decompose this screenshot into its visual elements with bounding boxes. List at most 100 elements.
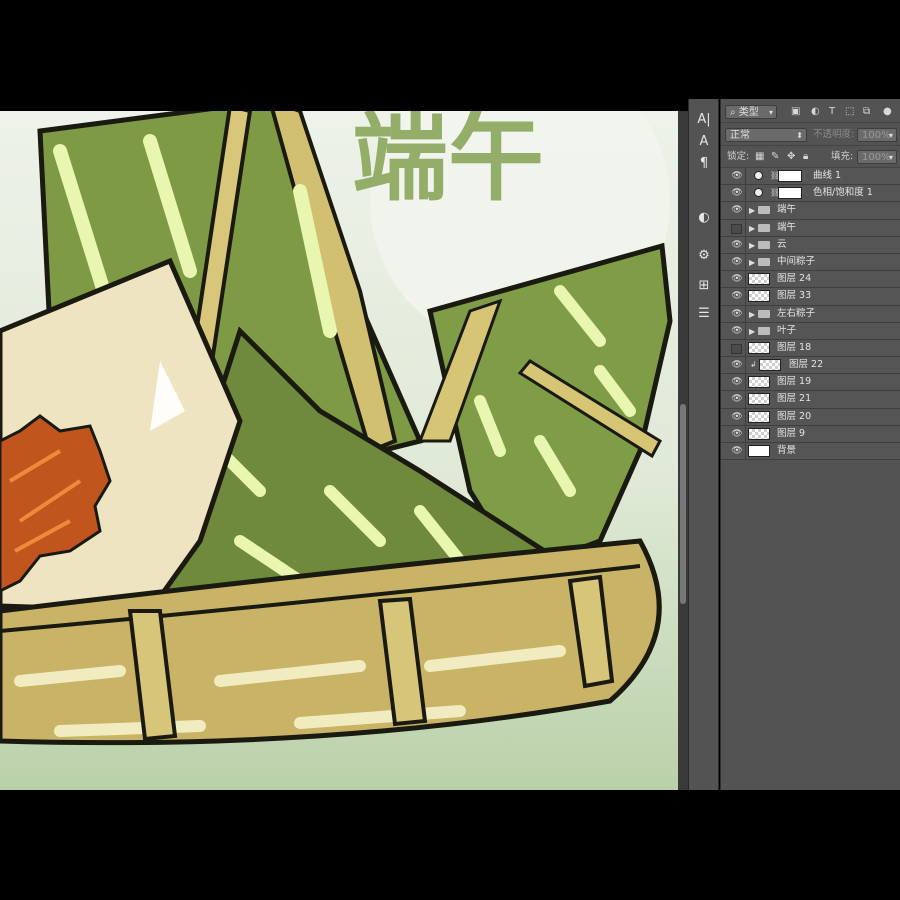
layer-row[interactable]: 👁︎ 图层 24 [721, 271, 900, 289]
visibility-eye-icon[interactable]: 👁︎ [730, 170, 744, 182]
row-divider [745, 425, 746, 442]
row-divider [745, 374, 746, 391]
layer-thumbnail[interactable] [748, 445, 770, 457]
lock-image-icon[interactable]: ✎ [771, 150, 779, 164]
layer-name: 图层 24 [777, 273, 812, 285]
paragraph-styles-icon[interactable]: A [695, 133, 713, 151]
properties-icon[interactable]: ☰ [695, 305, 713, 323]
visibility-eye-icon[interactable]: 👁︎ [730, 393, 744, 405]
visibility-eye-icon[interactable]: 👁︎ [730, 445, 744, 457]
visibility-eye-icon[interactable]: 👁︎ [730, 428, 744, 440]
visibility-eye-icon[interactable]: 👁︎ [730, 376, 744, 388]
row-divider [745, 271, 746, 288]
layer-row[interactable]: 👁︎ ▶ 端午 [721, 202, 900, 220]
chevron-down-icon: ▾ [888, 131, 893, 140]
filter-shape-icon[interactable]: ⬚ [845, 105, 854, 119]
layer-name: 图层 19 [777, 376, 812, 388]
visibility-eye-icon[interactable]: 👁︎ [730, 325, 744, 337]
layer-thumbnail[interactable] [748, 393, 770, 406]
layer-row[interactable]: 👁︎ ▶ 云 [721, 236, 900, 254]
lock-transparent-icon[interactable]: ▦ [755, 150, 764, 164]
layer-row[interactable]: 👁︎ 图层 19 [721, 374, 900, 392]
layer-row[interactable]: 👁︎ ▶ 左右粽子 [721, 305, 900, 323]
expand-group-icon[interactable]: ▶ [749, 205, 755, 216]
expand-group-icon[interactable]: ▶ [749, 240, 755, 251]
layer-row[interactable]: 👁︎ ↲ 图层 22 [721, 357, 900, 375]
lock-position-icon[interactable]: ✥ [787, 150, 795, 164]
layer-name: 图层 9 [777, 427, 806, 439]
layer-filter-bar: ⌕ 类型 ▾ ▣ ◐ T ⬚ ⧉ ● [721, 99, 900, 123]
filter-smartobject-icon[interactable]: ⧉ [863, 105, 870, 119]
visibility-eye-icon[interactable]: 👁︎ [730, 308, 744, 320]
layer-row[interactable]: 👁︎ 图层 20 [721, 408, 900, 426]
filter-pixel-icon[interactable]: ▣ [791, 105, 800, 119]
layer-row[interactable]: 👁︎ 图层 21 [721, 391, 900, 409]
filter-adjustment-icon[interactable]: ◐ [811, 105, 820, 119]
layer-name: 曲线 1 [813, 170, 842, 181]
layer-thumbnail[interactable] [748, 410, 770, 423]
expand-group-icon[interactable]: ▶ [749, 257, 755, 268]
layer-row[interactable]: ▶ 端午 [721, 219, 900, 237]
layer-row[interactable]: 👁︎ ⛓ 色相/饱和度 1 [721, 185, 900, 203]
fill-input[interactable]: 100% ▾ [857, 150, 897, 164]
layer-row[interactable]: 👁︎ 图层 9 [721, 425, 900, 443]
layer-thumbnail[interactable] [759, 359, 781, 372]
character-panel-icon[interactable]: A| [695, 111, 713, 129]
row-divider [745, 202, 746, 219]
layer-name: 图层 21 [777, 393, 812, 405]
layer-thumbnail[interactable] [748, 376, 770, 389]
adjustment-layer-icon [754, 188, 763, 198]
adjustments-icon[interactable]: ◐ [695, 209, 713, 227]
swatches-icon[interactable]: ⊞ [695, 277, 713, 295]
visibility-eye-icon[interactable]: 👁︎ [730, 273, 744, 285]
layer-mask-thumbnail[interactable] [778, 187, 802, 200]
visibility-off-icon[interactable] [731, 223, 742, 234]
document-canvas[interactable]: 端午 [0, 111, 678, 790]
layer-row[interactable]: 👁︎ 图层 33 [721, 288, 900, 306]
visibility-eye-icon[interactable]: 👁︎ [730, 256, 744, 268]
expand-group-icon[interactable]: ▶ [749, 326, 755, 337]
layer-name: 端午 [777, 204, 797, 216]
row-divider [745, 322, 746, 339]
folder-icon [758, 257, 770, 266]
folder-icon [758, 326, 770, 335]
layer-mask-thumbnail[interactable] [778, 170, 802, 182]
layer-row[interactable]: 👁︎ 背景 [721, 443, 900, 461]
scrollbar-thumb[interactable] [680, 404, 686, 604]
folder-icon [758, 206, 770, 215]
layer-thumbnail[interactable] [748, 341, 770, 354]
layer-name: 色相/饱和度 1 [813, 187, 873, 199]
blend-opacity-bar: 正常 ⬍ 不透明度: 100% ▾ [721, 124, 900, 146]
opacity-input[interactable]: 100% ▾ [857, 128, 897, 142]
layer-row[interactable]: 图层 18 [721, 339, 900, 358]
filter-toggle-icon[interactable]: ● [883, 105, 892, 119]
visibility-eye-icon[interactable]: 👁︎ [730, 359, 744, 371]
row-divider [745, 288, 746, 305]
layer-filter-select[interactable]: ⌕ 类型 ▾ [725, 105, 777, 119]
blend-mode-select[interactable]: 正常 ⬍ [725, 128, 807, 142]
visibility-off-icon[interactable] [731, 343, 742, 354]
expand-group-icon[interactable]: ▶ [749, 309, 755, 320]
filter-type-icon[interactable]: T [829, 105, 835, 119]
layer-thumbnail[interactable] [748, 273, 770, 286]
layer-name: 端午 [777, 221, 797, 233]
visibility-eye-icon[interactable]: 👁︎ [730, 204, 744, 216]
brush-settings-icon[interactable]: ⚙ [695, 247, 713, 265]
paragraph-icon[interactable]: ¶ [695, 155, 713, 173]
expand-group-icon[interactable]: ▶ [749, 223, 755, 234]
lock-all-icon[interactable]: 🔒︎ [803, 150, 808, 164]
adjustment-layer-icon [754, 171, 763, 180]
visibility-eye-icon[interactable]: 👁︎ [730, 239, 744, 251]
layer-thumbnail[interactable] [748, 427, 770, 440]
visibility-eye-icon[interactable]: 👁︎ [730, 411, 744, 423]
layer-name: 左右粽子 [777, 307, 816, 319]
layer-row[interactable]: 👁︎ ▶ 叶子 [721, 322, 900, 340]
layer-row[interactable]: 👁︎ ⛓ 曲线 1 [721, 168, 900, 186]
layer-thumbnail[interactable] [748, 290, 770, 303]
visibility-eye-icon[interactable]: 👁︎ [730, 187, 744, 199]
layer-row[interactable]: 👁︎ ▶ 中间粽子 [721, 253, 900, 272]
visibility-eye-icon[interactable]: 👁︎ [730, 290, 744, 302]
calligraphy-title: 端午 [352, 111, 544, 214]
artwork-illustration: 端午 [0, 111, 678, 790]
row-divider [745, 305, 746, 322]
